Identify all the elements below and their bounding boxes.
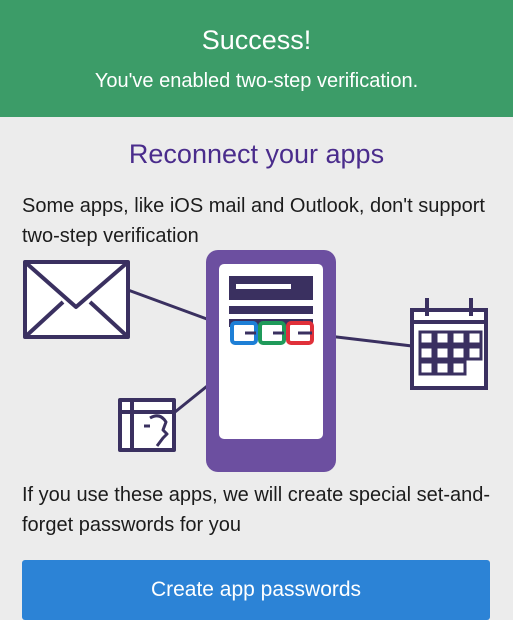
note-text: If you use these apps, we will create sp… — [22, 484, 491, 536]
reconnect-illustration — [23, 250, 488, 472]
mail-icon — [23, 260, 130, 339]
banner-title: Success! — [201, 25, 312, 55]
calendar-icon — [410, 298, 488, 390]
success-banner: Success! You've enabled two-step verific… — [0, 0, 513, 117]
banner-subtitle: You've enabled two-step verification. — [94, 70, 419, 92]
create-app-passwords-button[interactable]: Create app passwords — [22, 560, 490, 620]
contacts-icon — [118, 398, 176, 452]
phone-icon — [206, 250, 336, 472]
intro-text: Some apps, like iOS mail and Outlook, do… — [22, 195, 485, 247]
page-heading: Reconnect your apps — [128, 139, 385, 169]
